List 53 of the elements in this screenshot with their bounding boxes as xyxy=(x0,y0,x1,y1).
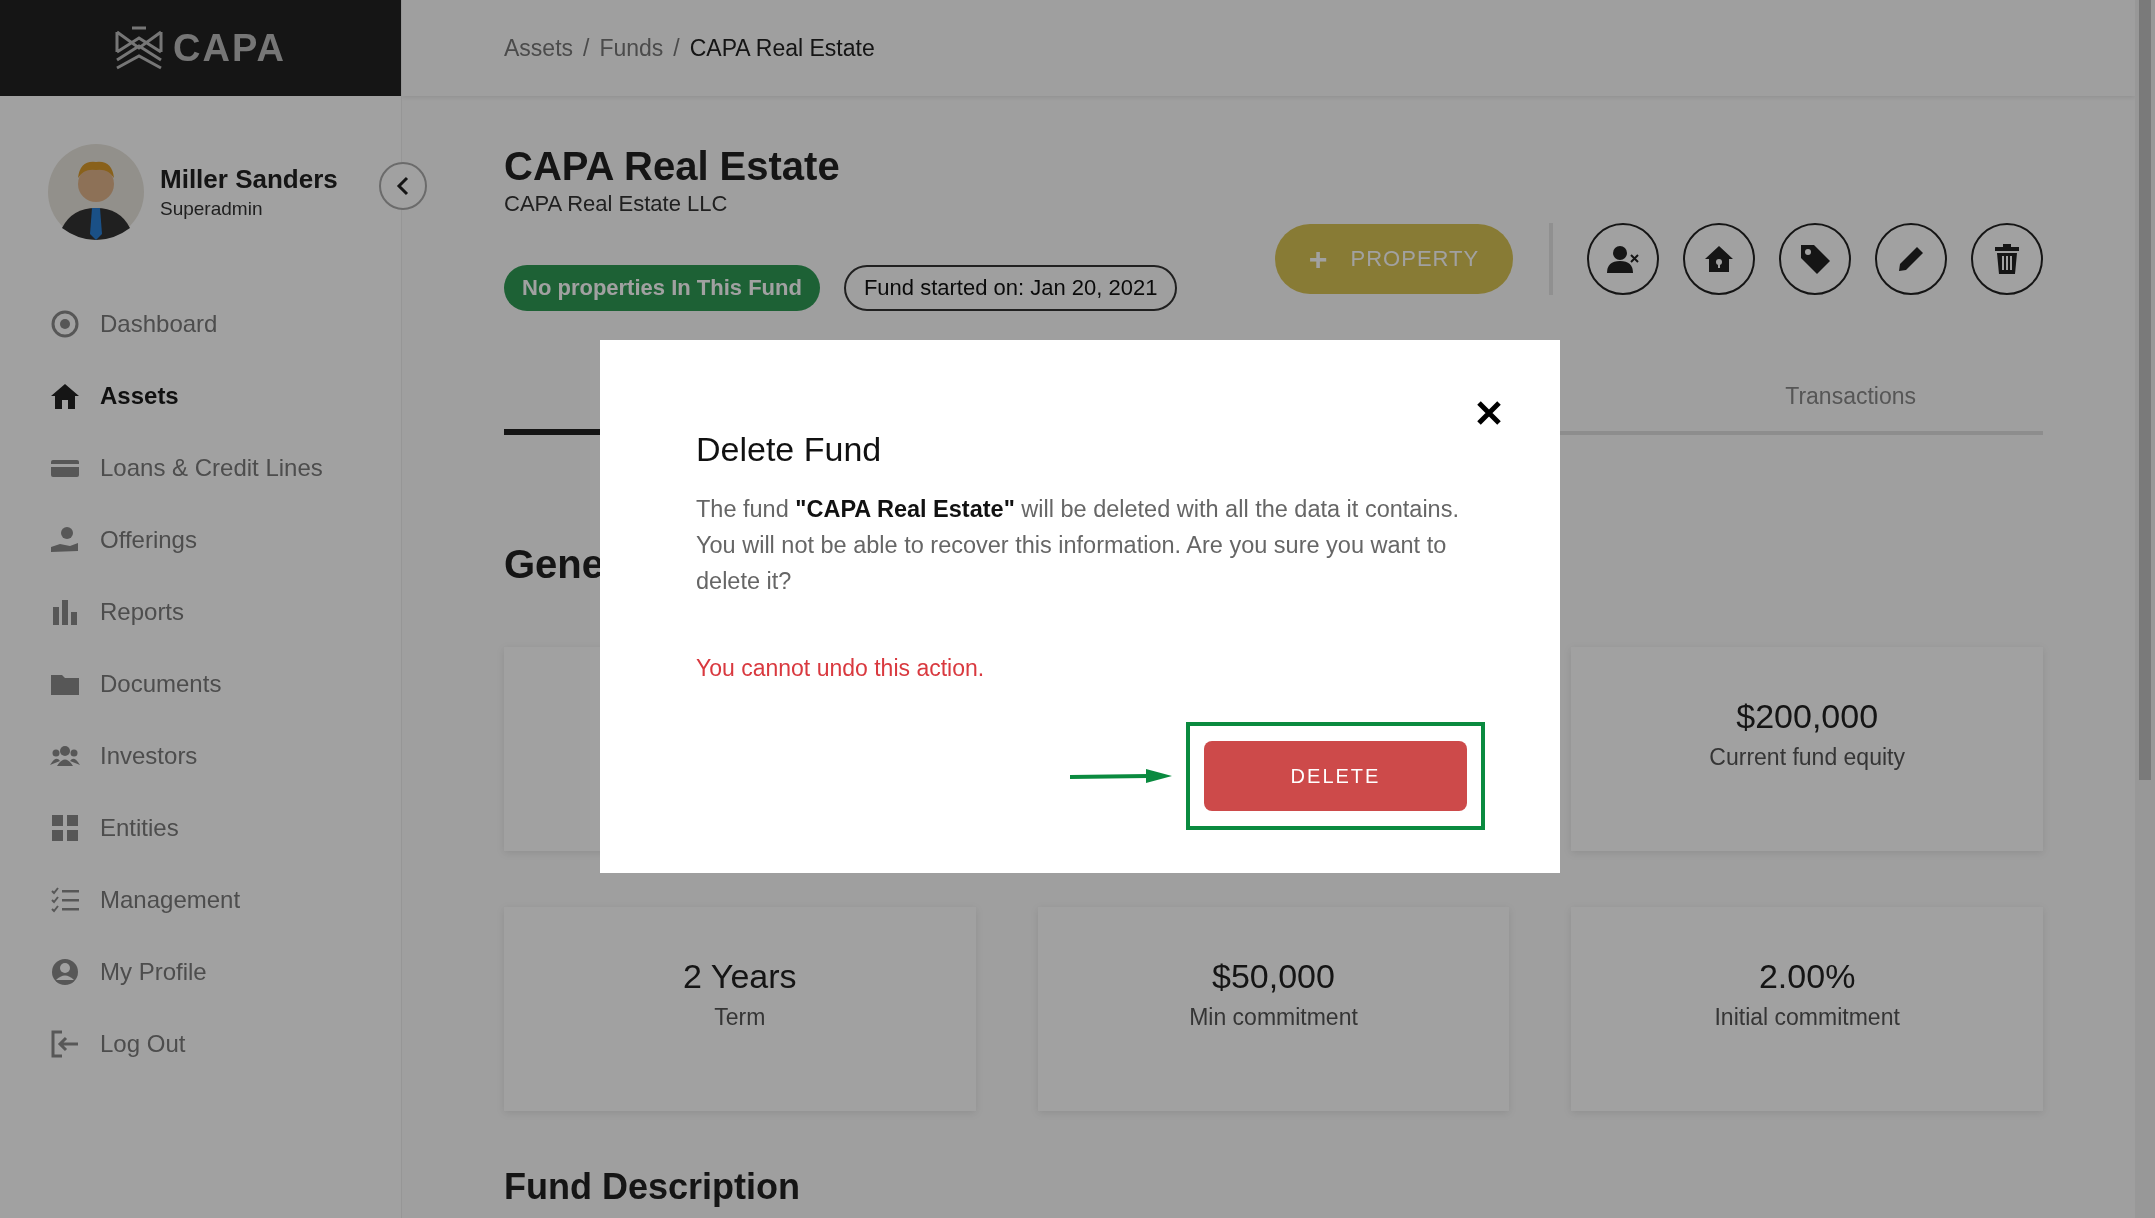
sidebar-item[interactable]: Loans & Credit Lines xyxy=(0,432,401,504)
sidebar-item[interactable]: Reports xyxy=(0,576,401,648)
start-date-pill: Fund started on: Jan 20, 2021 xyxy=(843,265,1178,311)
sidebar-item[interactable]: Assets xyxy=(0,360,401,432)
delete-button[interactable]: DELETE xyxy=(1204,741,1467,811)
stat-value: 2 Years xyxy=(683,957,797,996)
breadcrumb-separator: / xyxy=(673,34,680,62)
chevron-left-icon xyxy=(395,175,411,197)
stat-label: Min commitment xyxy=(1189,1004,1358,1031)
logout-icon xyxy=(50,1029,80,1059)
scrollbar[interactable] xyxy=(2135,0,2155,1218)
stat-label: Initial commitment xyxy=(1714,1004,1900,1031)
stat-value: $200,000 xyxy=(1736,697,1879,736)
fund-title: CAPA Real Estate xyxy=(504,143,841,189)
checklist-icon xyxy=(50,885,80,915)
logo-icon xyxy=(115,26,164,70)
grid-icon xyxy=(50,813,80,843)
collapse-button[interactable] xyxy=(379,162,427,210)
stat-value: $50,000 xyxy=(1212,957,1335,996)
bar-chart-icon xyxy=(50,597,80,627)
status-pill: No properties In This Fund xyxy=(504,265,820,311)
breadcrumb-link[interactable]: Assets xyxy=(504,34,574,62)
section-title: Gene xyxy=(504,541,605,587)
dialog-message: The fund "CAPA Real Estate" will be deleted with all the data it contains. You will not be able to recover this information. Are you sure you want to delete it? xyxy=(696,495,1460,596)
logo-text: CAPA xyxy=(173,26,286,70)
user-name: Miller Sanders xyxy=(160,164,338,195)
close-icon xyxy=(1476,400,1502,426)
target-icon xyxy=(50,309,80,339)
tab[interactable]: Transactions xyxy=(1658,369,2043,431)
sidebar-item[interactable]: Entities xyxy=(0,792,401,864)
sidebar-item[interactable]: Log Out xyxy=(0,1008,401,1080)
user-role: Superadmin xyxy=(160,198,264,220)
user-circle-icon xyxy=(50,957,80,987)
sidebar-item[interactable]: Management xyxy=(0,864,401,936)
warning-text: You cannot undo this action. xyxy=(696,655,986,682)
breadcrumb-link[interactable]: Funds xyxy=(599,34,664,62)
stat-label: Current fund equity xyxy=(1709,744,1905,771)
sidebar-item[interactable]: My Profile xyxy=(0,936,401,1008)
arrow-icon xyxy=(1070,767,1172,785)
fund-subtitle: CAPA Real Estate LLC xyxy=(504,190,729,218)
sidebar-item[interactable]: Offerings xyxy=(0,504,401,576)
sidebar-item[interactable]: Documents xyxy=(0,648,401,720)
sidebar-item[interactable]: Dashboard xyxy=(0,288,401,360)
sidebar-item[interactable]: Investors xyxy=(0,720,401,792)
dialog-title: Delete Fund xyxy=(696,430,883,469)
section-title: Fund Description xyxy=(504,1167,800,1207)
add-property-button[interactable]: + PROPERTY xyxy=(1275,224,1513,294)
breadcrumb-separator: / xyxy=(583,34,590,62)
breadcrumb-current: CAPA Real Estate xyxy=(689,34,875,62)
tag-icon xyxy=(1798,242,1832,276)
stat-label: Term xyxy=(714,1004,766,1031)
home-icon xyxy=(50,381,80,411)
stat-value: 2.00% xyxy=(1758,957,1856,996)
